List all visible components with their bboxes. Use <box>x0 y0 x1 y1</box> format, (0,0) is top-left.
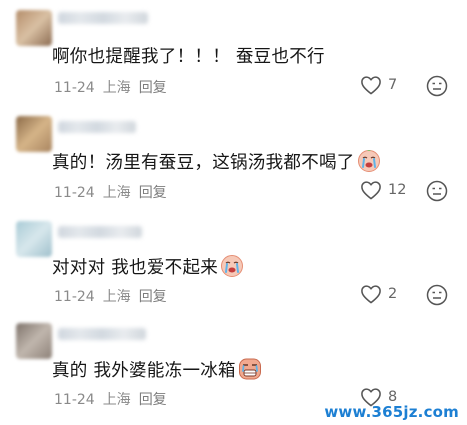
like-count: 12 <box>388 182 407 198</box>
comment-date: 11-24 <box>54 289 95 305</box>
like-button[interactable]: 12 <box>360 180 406 200</box>
comment-meta: 11-24 上海 回复 <box>54 389 175 409</box>
reply-button[interactable]: 回复 <box>139 392 167 408</box>
comment-text-content: 真的 我外婆能冻一冰箱 <box>52 361 236 381</box>
comment-text-content: 真的！汤里有蚕豆，这锅汤我都不喝了 <box>52 153 355 173</box>
reply-button[interactable]: 回复 <box>139 289 167 305</box>
reply-button[interactable]: 回复 <box>139 185 167 201</box>
dislike-face-icon[interactable] <box>426 75 448 97</box>
watermark: www.365jz.com <box>324 403 459 421</box>
like-count: 7 <box>388 77 398 93</box>
heart-icon <box>361 285 381 304</box>
comment-date: 11-24 <box>54 185 95 201</box>
avatar[interactable] <box>16 10 52 46</box>
comment-meta: 11-24 上海 回复 <box>54 182 175 202</box>
avatar[interactable] <box>16 116 52 152</box>
comment-text: 真的 我外婆能冻一冰箱 <box>52 357 262 382</box>
dislike-face-icon[interactable] <box>426 180 448 202</box>
comment-text: 对对对 我也爱不起来 <box>52 254 244 279</box>
heart-icon <box>361 76 381 95</box>
avatar[interactable] <box>16 221 52 257</box>
username-blurred[interactable] <box>58 226 142 238</box>
like-count: 2 <box>388 286 398 302</box>
dislike-face-icon[interactable] <box>426 284 448 306</box>
crying-face-icon <box>357 150 380 172</box>
comment-meta: 11-24 上海 回复 <box>54 286 175 306</box>
like-button[interactable]: 2 <box>360 284 397 304</box>
comment-text: 啊你也提醒我了！！！ 蚕豆也不行 <box>52 47 325 67</box>
comment-date: 11-24 <box>54 80 95 96</box>
tear-face-icon <box>238 358 261 380</box>
comment-text-content: 对对对 我也爱不起来 <box>52 258 219 278</box>
comment-location: 上海 <box>102 185 131 201</box>
avatar[interactable] <box>16 323 52 359</box>
comment-location: 上海 <box>102 392 131 408</box>
reply-button[interactable]: 回复 <box>139 80 167 96</box>
username-blurred[interactable] <box>58 328 146 340</box>
comment-date: 11-24 <box>54 392 95 408</box>
crying-face-icon <box>221 255 244 277</box>
comment-meta: 11-24 上海 回复 <box>54 77 175 97</box>
heart-icon <box>361 181 381 200</box>
comment-location: 上海 <box>102 80 131 96</box>
comment-location: 上海 <box>102 289 131 305</box>
like-button[interactable]: 7 <box>360 75 397 95</box>
username-blurred[interactable] <box>58 12 148 24</box>
username-blurred[interactable] <box>58 121 136 133</box>
comment-text: 真的！汤里有蚕豆，这锅汤我都不喝了 <box>52 149 381 174</box>
